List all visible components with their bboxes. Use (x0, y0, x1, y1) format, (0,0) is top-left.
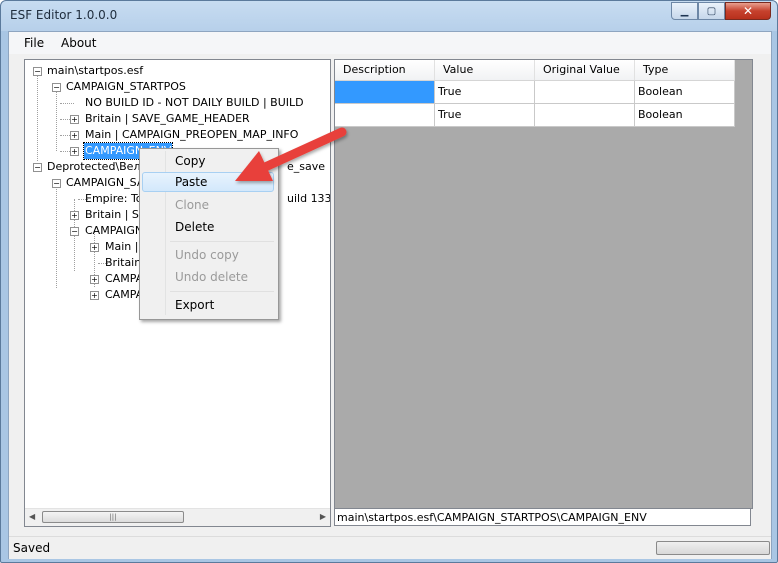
app-window: ESF Editor 1.0.0.0 ▁ ▢ ✕ File About − ma… (0, 0, 778, 563)
annotation-arrow-icon (235, 127, 347, 181)
